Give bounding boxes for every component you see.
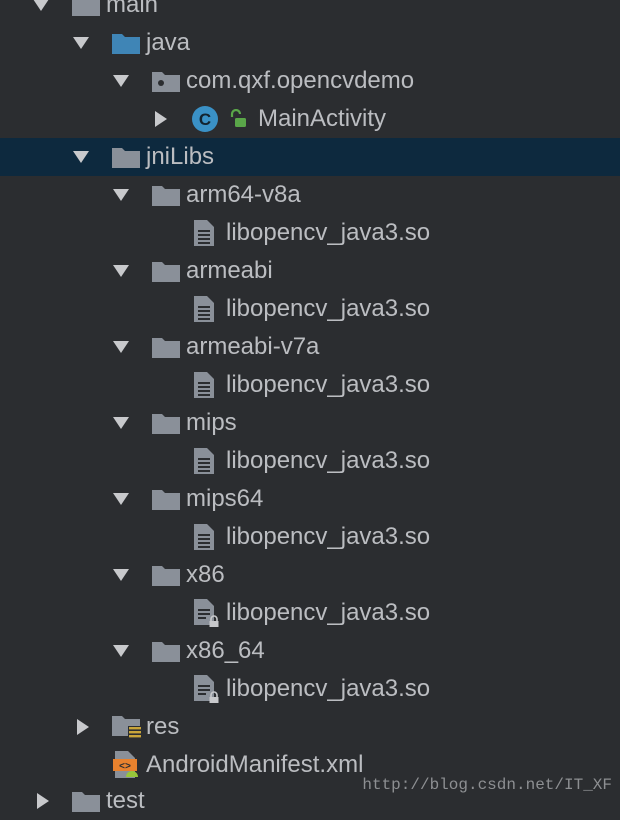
folder-icon xyxy=(152,176,180,214)
tree-label-java: java xyxy=(146,29,191,56)
tree-label-folder: mips xyxy=(186,409,237,436)
unlock-icon xyxy=(228,100,248,138)
folder-icon xyxy=(72,0,100,24)
file-icon xyxy=(193,366,215,404)
tree-label-folder: armeabi-v7a xyxy=(186,333,320,360)
tree-label-file: libopencv_java3.so xyxy=(226,599,431,626)
tree-label-test: test xyxy=(106,787,145,814)
chevron-down-icon[interactable] xyxy=(71,24,91,62)
tree-row-folder[interactable]: x86 xyxy=(0,556,620,594)
folder-icon xyxy=(72,782,100,820)
tree-row-file[interactable]: libopencv_java3.so xyxy=(0,366,620,404)
chevron-down-icon[interactable] xyxy=(111,328,131,366)
class-icon: C xyxy=(191,100,219,138)
tree-row-folder[interactable]: x86_64 xyxy=(0,632,620,670)
tree-row-folder[interactable]: armeabi-v7a xyxy=(0,328,620,366)
tree-row-folder[interactable]: arm64-v8a xyxy=(0,176,620,214)
chevron-down-icon[interactable] xyxy=(31,0,51,24)
tree-row-file[interactable]: libopencv_java3.so xyxy=(0,442,620,480)
locked-file-icon xyxy=(193,594,221,632)
tree-label-res: res xyxy=(146,713,180,740)
file-icon xyxy=(193,518,215,556)
chevron-down-icon[interactable] xyxy=(111,252,131,290)
watermark: http://blog.csdn.net/IT_XF xyxy=(362,776,612,794)
tree-row-file[interactable]: libopencv_java3.so xyxy=(0,594,620,632)
folder-icon xyxy=(112,138,140,176)
locked-file-icon xyxy=(193,670,221,708)
tree-row-folder[interactable]: armeabi xyxy=(0,252,620,290)
tree-label-file: libopencv_java3.so xyxy=(226,675,431,702)
chevron-right-icon[interactable] xyxy=(33,782,53,820)
tree-label-folder: x86 xyxy=(186,561,225,588)
tree-row-res[interactable]: res xyxy=(0,708,620,746)
tree-row-main-activity[interactable]: C MainActivity xyxy=(0,100,620,138)
folder-icon xyxy=(152,632,180,670)
tree-row-folder[interactable]: mips xyxy=(0,404,620,442)
folder-icon xyxy=(152,328,180,366)
tree-row-file[interactable]: libopencv_java3.so xyxy=(0,214,620,252)
file-icon xyxy=(193,290,215,328)
tree-row-folder[interactable]: mips64 xyxy=(0,480,620,518)
tree-label-folder: mips64 xyxy=(186,485,264,512)
file-icon xyxy=(193,442,215,480)
tree-row-main[interactable]: main xyxy=(0,0,620,24)
chevron-down-icon[interactable] xyxy=(111,62,131,100)
tree-row-file[interactable]: libopencv_java3.so xyxy=(0,518,620,556)
tree-row-file[interactable]: libopencv_java3.so xyxy=(0,670,620,708)
folder-icon xyxy=(152,480,180,518)
tree-label-main-activity: MainActivity xyxy=(258,105,387,132)
chevron-down-icon[interactable] xyxy=(111,632,131,670)
tree-label-file: libopencv_java3.so xyxy=(226,371,431,398)
svg-text:<>: <> xyxy=(119,762,131,773)
chevron-down-icon[interactable] xyxy=(111,556,131,594)
folder-icon xyxy=(152,252,180,290)
tree-label-package: com.qxf.opencvdemo xyxy=(186,67,415,94)
chevron-down-icon[interactable] xyxy=(111,176,131,214)
tree-label-file: libopencv_java3.so xyxy=(226,447,431,474)
chevron-right-icon[interactable] xyxy=(73,708,93,746)
manifest-file-icon: <> xyxy=(112,746,142,784)
tree-row-java[interactable]: java xyxy=(0,24,620,62)
tree-label-file: libopencv_java3.so xyxy=(226,219,431,246)
tree-row-package[interactable]: com.qxf.opencvdemo xyxy=(0,62,620,100)
chevron-down-icon[interactable] xyxy=(71,138,91,176)
tree-label-main: main xyxy=(106,0,159,18)
chevron-right-icon[interactable] xyxy=(151,100,171,138)
tree-label-folder: armeabi xyxy=(186,257,273,284)
source-folder-icon xyxy=(112,24,140,62)
tree-label-jnilibs: jniLibs xyxy=(146,143,215,170)
tree-label-manifest: AndroidManifest.xml xyxy=(146,751,364,778)
tree-label-file: libopencv_java3.so xyxy=(226,295,431,322)
chevron-down-icon[interactable] xyxy=(111,480,131,518)
tree-row-file[interactable]: libopencv_java3.so xyxy=(0,290,620,328)
package-icon xyxy=(152,62,180,100)
tree-label-folder: x86_64 xyxy=(186,637,265,664)
file-icon xyxy=(193,214,215,252)
tree-label-file: libopencv_java3.so xyxy=(226,523,431,550)
folder-icon xyxy=(152,404,180,442)
folder-icon xyxy=(152,556,180,594)
tree-row-jnilibs[interactable]: jniLibs xyxy=(0,138,620,176)
tree-label-folder: arm64-v8a xyxy=(186,181,301,208)
chevron-down-icon[interactable] xyxy=(111,404,131,442)
class-badge-letter: C xyxy=(199,110,211,129)
resource-folder-icon xyxy=(112,708,144,746)
